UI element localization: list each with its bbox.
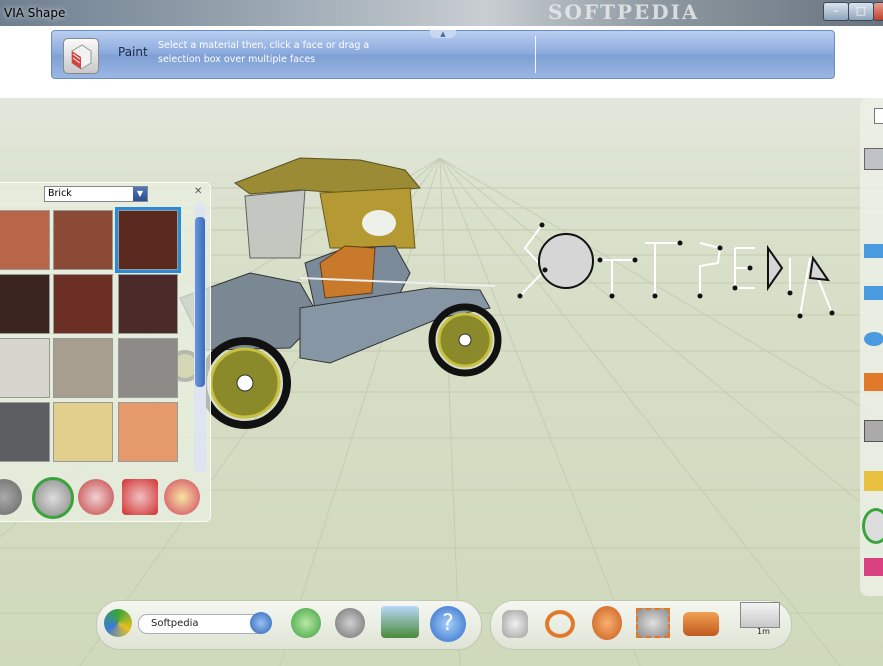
extrude-icon[interactable] bbox=[864, 373, 883, 391]
material-category-value: Brick bbox=[48, 188, 72, 199]
paint-hint-line-2: selection box over multiple faces bbox=[158, 54, 316, 65]
walkthrough-icon[interactable] bbox=[683, 612, 719, 636]
minimize-button[interactable]: – bbox=[823, 2, 849, 21]
eyedropper-icon[interactable] bbox=[0, 479, 22, 515]
material-swatch[interactable] bbox=[53, 402, 113, 462]
material-swatch[interactable] bbox=[118, 338, 178, 398]
paint-command-bar: ▲ Paint Select a material then, click a … bbox=[51, 30, 835, 79]
eraser-icon[interactable] bbox=[864, 558, 883, 576]
box-shape-icon[interactable] bbox=[864, 148, 883, 170]
search-icon[interactable] bbox=[250, 612, 272, 634]
title-bar: VIA Shape SOFTPEDIA – □ bbox=[0, 0, 883, 26]
search-input-value: Softpedia bbox=[151, 618, 199, 629]
right-toolbar bbox=[860, 98, 883, 596]
plane-shape-icon[interactable] bbox=[864, 244, 883, 258]
material-swatch[interactable] bbox=[115, 207, 181, 273]
zoom-extents-icon[interactable] bbox=[636, 608, 670, 638]
paint-label: Paint bbox=[118, 45, 148, 59]
material-swatch[interactable] bbox=[0, 402, 50, 462]
material-swatch[interactable] bbox=[118, 402, 178, 462]
select-arrow-icon[interactable] bbox=[874, 108, 883, 124]
title-watermark: SOFTPEDIA bbox=[548, 0, 700, 24]
pan-hand-icon[interactable] bbox=[502, 610, 528, 638]
orbit-icon[interactable] bbox=[545, 610, 575, 638]
paint-face-icon[interactable] bbox=[122, 479, 158, 515]
paint-hint: Select a material then, click a face or … bbox=[158, 39, 388, 67]
maximize-button[interactable]: □ bbox=[848, 2, 874, 21]
app-logo-icon[interactable] bbox=[104, 609, 132, 637]
shape-tool-icon[interactable] bbox=[864, 286, 883, 300]
scrollbar-thumb[interactable] bbox=[195, 217, 205, 387]
highlight-brush-icon[interactable] bbox=[164, 479, 200, 515]
chevron-down-icon[interactable]: ▼ bbox=[133, 187, 147, 201]
paint-hint-line-1: Select a material then, click a face or … bbox=[158, 40, 370, 51]
material-swatch[interactable] bbox=[53, 210, 113, 270]
material-swatch[interactable] bbox=[0, 274, 50, 334]
material-scrollbar[interactable] bbox=[194, 203, 206, 473]
grid-unit-icon[interactable] bbox=[740, 602, 780, 628]
zoom-icon[interactable] bbox=[592, 606, 622, 640]
close-icon[interactable]: ✕ bbox=[194, 186, 202, 197]
material-brush-icon[interactable] bbox=[78, 479, 114, 515]
material-swatch[interactable] bbox=[118, 274, 178, 334]
material-category-select[interactable]: Brick ▼ bbox=[44, 186, 148, 202]
window-title: VIA Shape bbox=[4, 6, 66, 20]
gallery-icon[interactable] bbox=[381, 606, 419, 638]
material-panel: Brick ▼ ✕ bbox=[0, 182, 211, 522]
redo-icon[interactable] bbox=[335, 608, 365, 638]
paint-bucket-icon bbox=[63, 38, 99, 74]
paint-bucket-icon[interactable] bbox=[32, 477, 74, 519]
material-swatch[interactable] bbox=[53, 274, 113, 334]
grid-unit-label: 1m bbox=[757, 627, 770, 636]
paint-bar-divider bbox=[535, 36, 536, 73]
material-swatch[interactable] bbox=[0, 210, 50, 270]
paint-tool-icon[interactable] bbox=[862, 508, 883, 544]
material-swatch[interactable] bbox=[0, 338, 50, 398]
cube-icon[interactable] bbox=[864, 420, 883, 442]
undo-icon[interactable] bbox=[291, 608, 321, 638]
help-icon[interactable]: ? bbox=[430, 606, 466, 642]
close-button[interactable] bbox=[873, 2, 883, 21]
ellipse-shape-icon[interactable] bbox=[864, 332, 883, 346]
material-swatch[interactable] bbox=[53, 338, 113, 398]
move-tool-icon[interactable] bbox=[864, 471, 883, 491]
collapse-toggle[interactable]: ▲ bbox=[430, 30, 456, 38]
